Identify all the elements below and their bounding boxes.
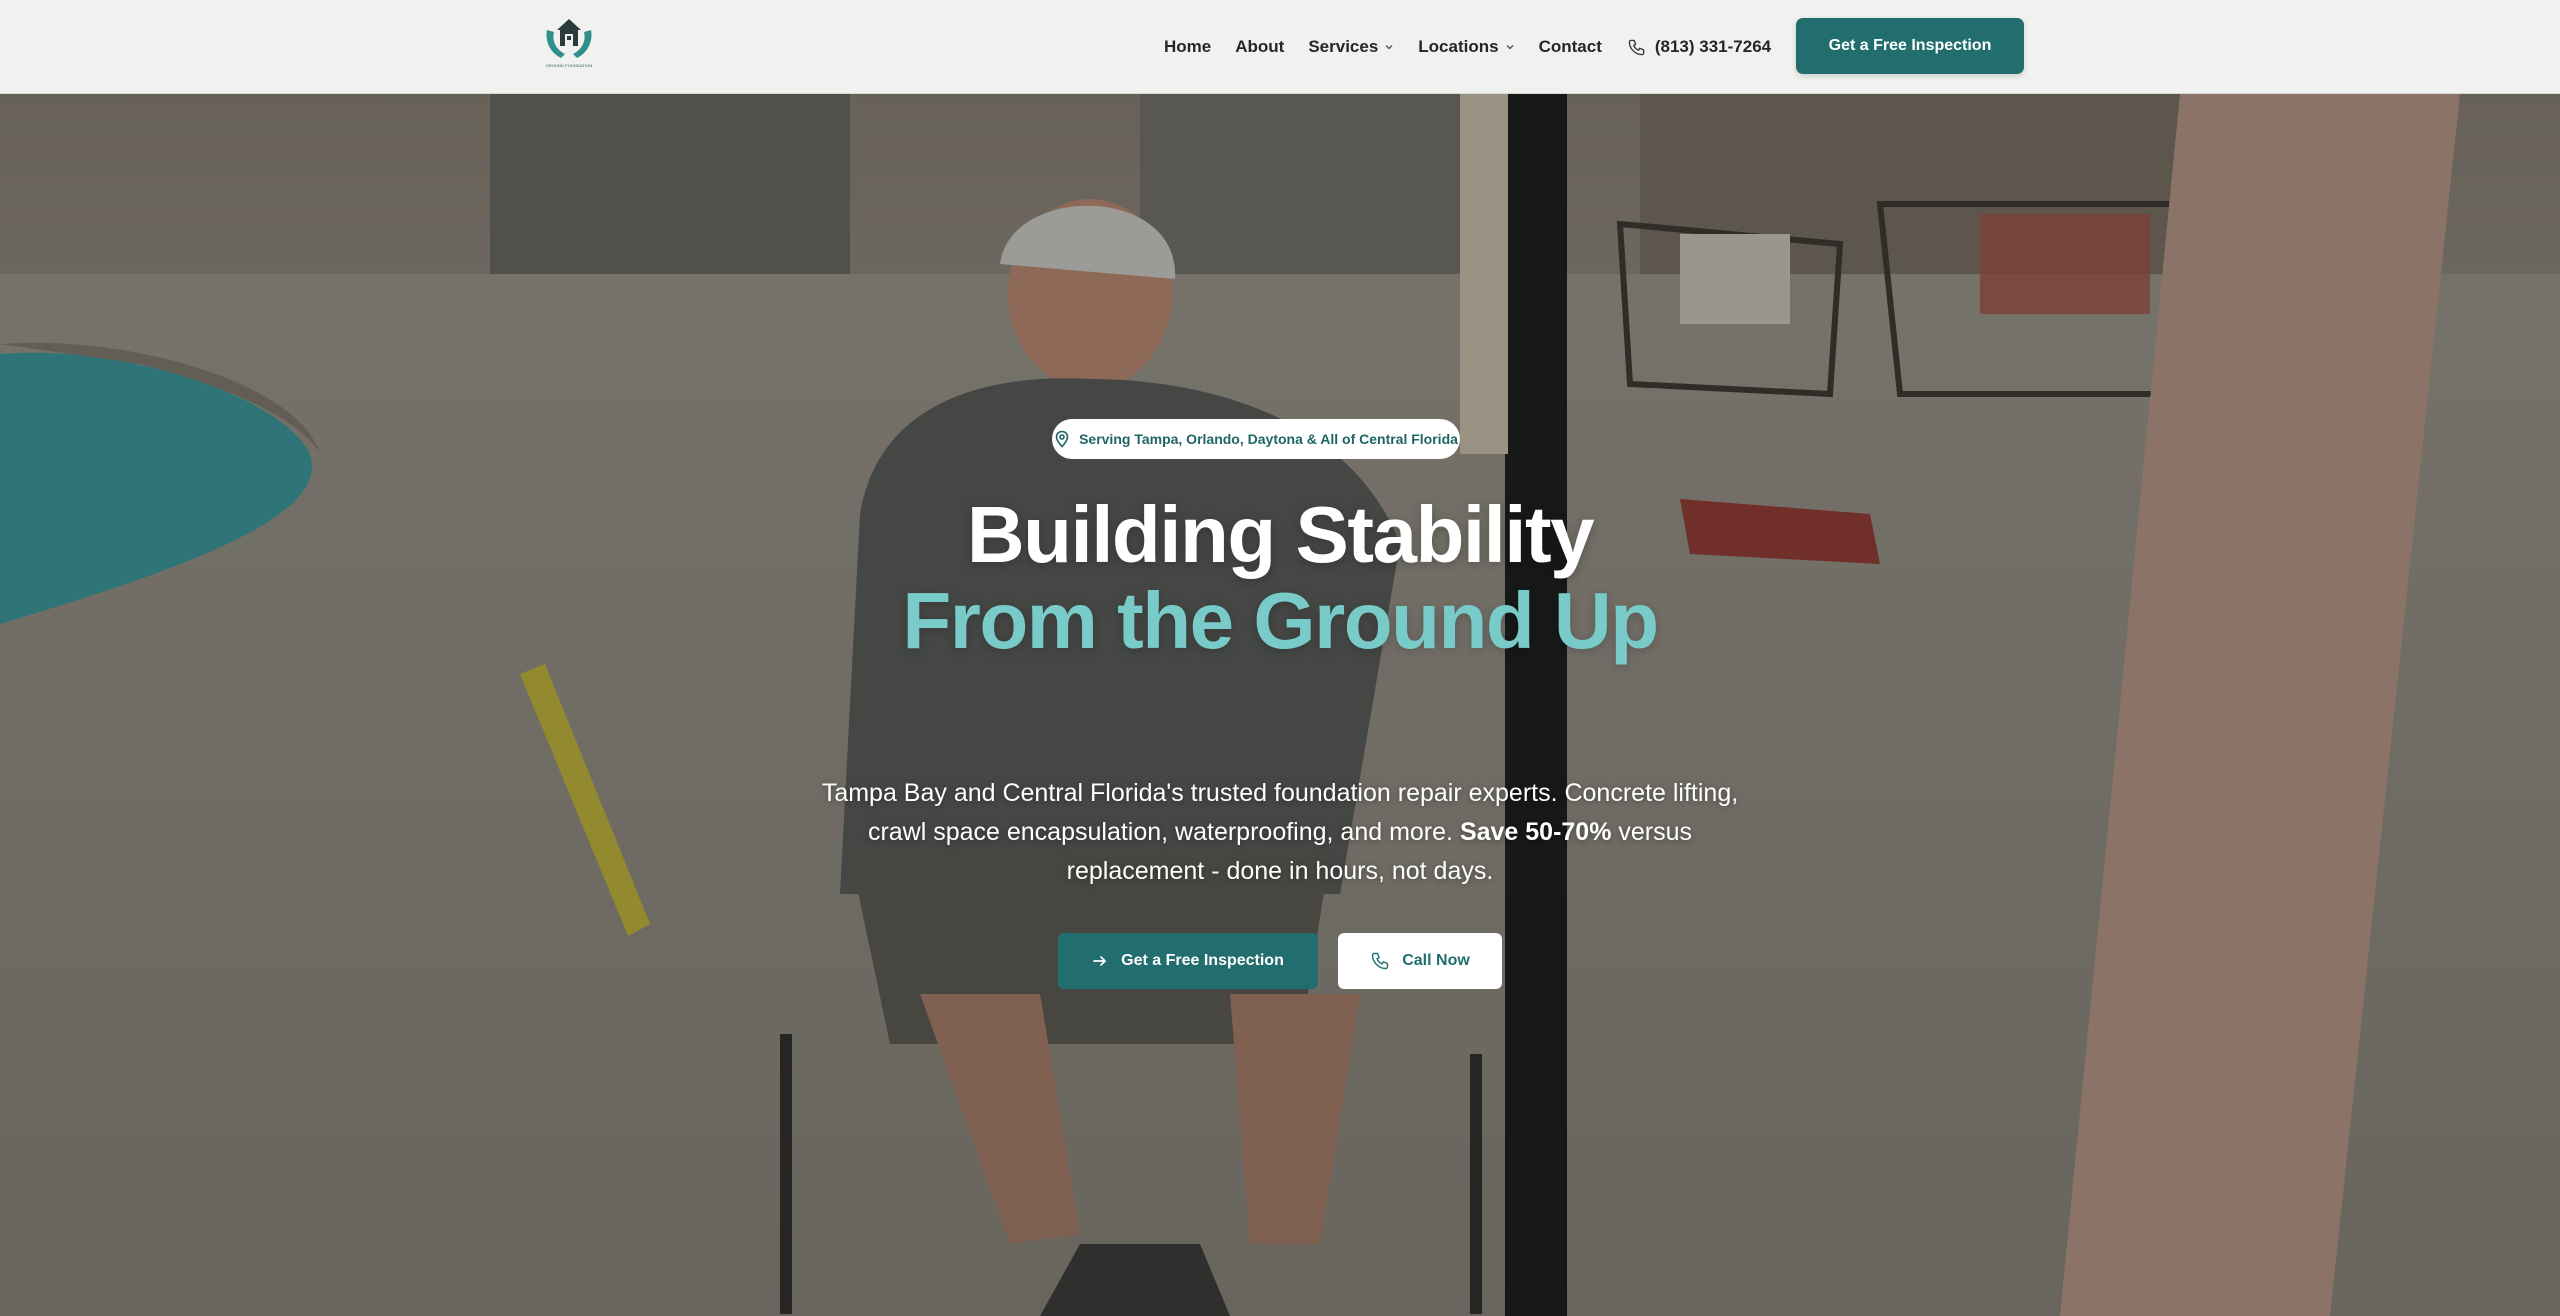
nav-locations-label: Locations [1418, 37, 1499, 56]
phone-icon [1628, 39, 1645, 55]
logo-caption: GROUND FOUNDATION [545, 63, 593, 68]
header-phone-number: (813) 331-7264 [1654, 37, 1772, 56]
header-inspection-button[interactable]: Get a Free Inspection [1796, 18, 2024, 74]
hero-inspection-label: Get a Free Inspection [1121, 952, 1284, 969]
chevron-down-icon [1506, 45, 1514, 50]
site-header: GROUND FOUNDATION Home About Services Lo… [0, 0, 2560, 94]
hero-section: Serving Tampa, Orlando, Daytona & All of… [0, 94, 2560, 1316]
chevron-down-icon [1385, 45, 1393, 50]
nav-home-label: Home [1164, 37, 1212, 56]
service-area-badge: Serving Tampa, Orlando, Daytona & All of… [1052, 419, 1460, 459]
site-logo[interactable]: GROUND FOUNDATION [540, 16, 598, 72]
nav-home[interactable]: Home [1164, 37, 1211, 57]
arrow-right-icon [1093, 956, 1106, 966]
nav-contact[interactable]: Contact [1539, 37, 1602, 57]
map-pin-icon [1055, 430, 1069, 448]
nav-services-label: Services [1308, 37, 1379, 56]
hero-title-line-2: From the Ground Up [902, 576, 1659, 665]
nav-about[interactable]: About [1235, 37, 1284, 57]
main-nav: Home About Services Locations Contact (8… [1164, 0, 1771, 94]
call-now-button[interactable]: Call Now [1338, 933, 1502, 989]
nav-services[interactable]: Services [1308, 37, 1394, 57]
hero-inspection-button[interactable]: Get a Free Inspection [1058, 933, 1318, 989]
hero-subtitle: Tampa Bay and Central Florida's trusted … [820, 774, 1740, 891]
hero-overlay [0, 94, 2560, 1316]
nav-contact-label: Contact [1538, 37, 1602, 56]
hero-subtitle-highlight: Save 50-70% [1459, 818, 1612, 846]
call-now-label: Call Now [1402, 952, 1470, 969]
phone-icon [1372, 952, 1389, 970]
header-phone-link[interactable]: (813) 331-7264 [1627, 37, 1771, 57]
nav-locations[interactable]: Locations [1418, 37, 1514, 57]
hero-title-line-1: Building Stability [966, 490, 1595, 579]
logo-icon [546, 19, 592, 58]
header-inspection-label: Get a Free Inspection [1828, 37, 1992, 54]
service-area-text: Serving Tampa, Orlando, Daytona & All of… [1079, 431, 1458, 447]
nav-about-label: About [1235, 37, 1285, 56]
